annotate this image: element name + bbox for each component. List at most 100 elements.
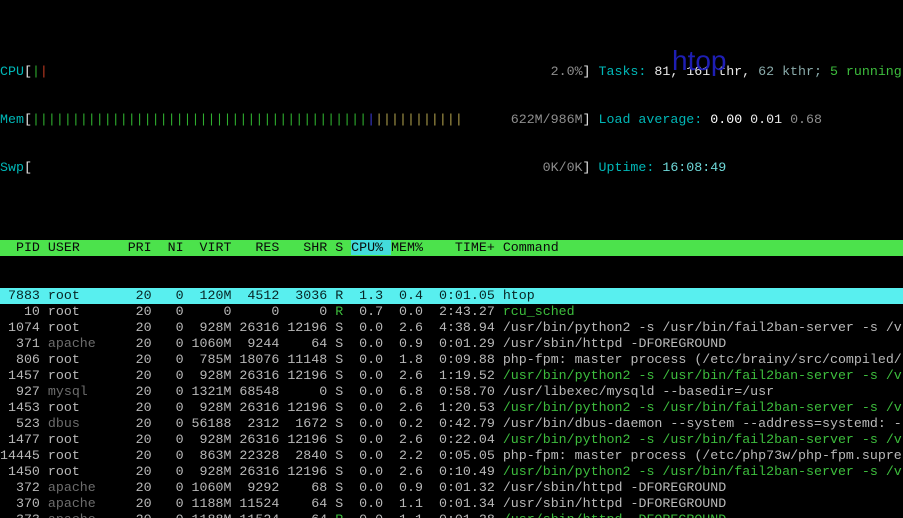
cell-pri: 20: [128, 352, 160, 367]
column-header-user[interactable]: USER: [48, 240, 128, 255]
load-average-segment-3: 0.68: [790, 112, 822, 127]
swp-meter-close-bracket: ]: [583, 160, 599, 175]
cell-pid: 10: [0, 304, 48, 319]
process-row[interactable]: 1074 root 20 0 928M 26316 12196 S 0.0 2.…: [0, 320, 903, 336]
cell-pid: 7883: [0, 288, 48, 303]
process-row[interactable]: 373 apache 20 0 1188M 11524 64 R 0.0 1.1…: [0, 512, 903, 518]
cpu-meter-green-ticks: |: [32, 64, 40, 79]
cell-virt: 928M: [192, 432, 240, 447]
cell-cpu: 0.7: [351, 304, 391, 319]
cell-res: 18076: [239, 352, 287, 367]
cell-time: 0:01.05: [431, 288, 503, 303]
process-row[interactable]: 1453 root 20 0 928M 26316 12196 S 0.0 2.…: [0, 400, 903, 416]
cell-shr: 12196: [287, 368, 335, 383]
process-row[interactable]: 523 dbus 20 0 56188 2312 1672 S 0.0 0.2 …: [0, 416, 903, 432]
cell-cmd: /usr/bin/python2 -s /usr/bin/fail2ban-se…: [503, 320, 902, 335]
cell-cpu: 0.0: [351, 336, 391, 351]
cell-res: 26316: [239, 320, 287, 335]
cpu-meter-value: 2.0%: [551, 64, 583, 79]
column-header-res[interactable]: RES: [239, 240, 287, 255]
cell-user: dbus: [48, 416, 128, 431]
cell-cmd: /usr/sbin/httpd -DFOREGROUND: [503, 496, 902, 511]
cell-pid: 1457: [0, 368, 48, 383]
column-header-s[interactable]: S: [335, 240, 351, 255]
process-row[interactable]: 371 apache 20 0 1060M 9244 64 S 0.0 0.9 …: [0, 336, 903, 352]
cell-pid: 1074: [0, 320, 48, 335]
column-header-pid[interactable]: PID: [0, 240, 48, 255]
process-row[interactable]: 370 apache 20 0 1188M 11524 64 S 0.0 1.1…: [0, 496, 903, 512]
cell-cpu: 0.0: [351, 496, 391, 511]
cell-ni: 0: [160, 320, 192, 335]
cell-pid: 14445: [0, 448, 48, 463]
column-header-pri[interactable]: PRI: [128, 240, 160, 255]
cell-mem: 2.6: [391, 368, 431, 383]
cell-pri: 20: [128, 480, 160, 495]
cell-pri: 20: [128, 432, 160, 447]
cell-pri: 20: [128, 320, 160, 335]
mem-meter-value: 622M/986M: [511, 112, 583, 127]
column-header-cpu[interactable]: CPU%: [351, 240, 391, 255]
cell-pid: 806: [0, 352, 48, 367]
cell-time: 0:09.88: [431, 352, 503, 367]
mem-meter-yellow-ticks: |||||||||||: [375, 112, 463, 127]
cell-s: S: [335, 336, 351, 351]
cell-virt: 785M: [192, 352, 240, 367]
process-row[interactable]: 806 root 20 0 785M 18076 11148 S 0.0 1.8…: [0, 352, 903, 368]
cell-cpu: 0.0: [351, 416, 391, 431]
cell-mem: 2.6: [391, 320, 431, 335]
cell-shr: 68: [287, 480, 335, 495]
cell-time: 0:01.34: [431, 496, 503, 511]
watermark-text: htop: [672, 46, 727, 76]
process-row[interactable]: 1457 root 20 0 928M 26316 12196 S 0.0 2.…: [0, 368, 903, 384]
cell-s: S: [335, 352, 351, 367]
cell-virt: 1321M: [192, 384, 240, 399]
cell-cmd: /usr/bin/dbus-daemon --system --address=…: [503, 416, 902, 431]
cell-pri: 20: [128, 384, 160, 399]
cell-s: S: [335, 384, 351, 399]
cell-ni: 0: [160, 464, 192, 479]
table-header: PID USER PRI NI VIRT RES SHR S CPU% MEM%…: [0, 240, 903, 256]
process-row[interactable]: 14445 root 20 0 863M 22328 2840 S 0.0 2.…: [0, 448, 903, 464]
column-header-virt[interactable]: VIRT: [192, 240, 240, 255]
cell-virt: 928M: [192, 400, 240, 415]
cell-s: S: [335, 432, 351, 447]
cell-user: root: [48, 288, 128, 303]
process-row[interactable]: 372 apache 20 0 1060M 9292 68 S 0.0 0.9 …: [0, 480, 903, 496]
cell-ni: 0: [160, 384, 192, 399]
uptime-segment-0: Uptime:: [599, 160, 663, 175]
process-row[interactable]: 10 root 20 0 0 0 0 R 0.7 0.0 2:43.27 rcu…: [0, 304, 903, 320]
cell-virt: 928M: [192, 464, 240, 479]
cell-ni: 0: [160, 480, 192, 495]
column-header-shr[interactable]: SHR: [287, 240, 335, 255]
column-header-ni[interactable]: NI: [160, 240, 192, 255]
cell-virt: 0: [192, 304, 240, 319]
process-row[interactable]: 927 mysql 20 0 1321M 68548 0 S 0.0 6.8 0…: [0, 384, 903, 400]
column-header-time[interactable]: TIME+: [431, 240, 503, 255]
process-row[interactable]: 1450 root 20 0 928M 26316 12196 S 0.0 2.…: [0, 464, 903, 480]
cell-shr: 3036: [287, 288, 335, 303]
load-average-segment-1: 0.00: [710, 112, 750, 127]
cell-shr: 64: [287, 496, 335, 511]
cell-user: apache: [48, 480, 128, 495]
cell-time: 4:38.94: [431, 320, 503, 335]
cell-mem: 0.9: [391, 336, 431, 351]
column-header-mem[interactable]: MEM%: [391, 240, 431, 255]
cell-time: 0:01.28: [431, 512, 503, 518]
cell-mem: 2.2: [391, 448, 431, 463]
cell-time: 0:01.29: [431, 336, 503, 351]
cell-time: 0:10.49: [431, 464, 503, 479]
cell-virt: 1060M: [192, 480, 240, 495]
process-row-selected[interactable]: 7883 root 20 0 120M 4512 3036 R 1.3 0.4 …: [0, 288, 903, 304]
cell-cmd: /usr/sbin/httpd -DFOREGROUND: [503, 512, 902, 518]
cell-mem: 6.8: [391, 384, 431, 399]
cpu-meter-line: CPU[|| 2.0%] Tasks: 81, 161 thr, 62 kthr…: [0, 64, 903, 80]
swp-meter-line: Swp[ 0K/0K] Uptime: 16:08:49: [0, 160, 903, 176]
cell-res: 11524: [239, 496, 287, 511]
cell-virt: 1060M: [192, 336, 240, 351]
cell-cmd: /usr/sbin/httpd -DFOREGROUND: [503, 336, 902, 351]
cell-time: 0:58.70: [431, 384, 503, 399]
cell-res: 11524: [239, 512, 287, 518]
process-row[interactable]: 1477 root 20 0 928M 26316 12196 S 0.0 2.…: [0, 432, 903, 448]
column-header-command[interactable]: Command: [503, 240, 902, 255]
cell-mem: 1.1: [391, 496, 431, 511]
